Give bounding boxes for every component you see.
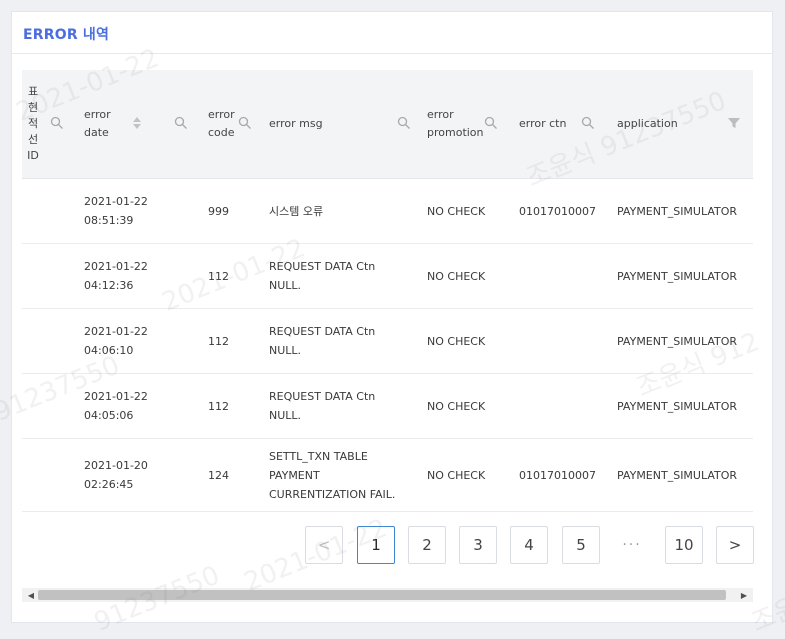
column-header-id: 표 현 적 선 ID: [22, 70, 72, 178]
cell-id: [22, 374, 82, 438]
column-header-error-date: error date: [84, 70, 187, 178]
cell-error-msg: REQUEST DATA Ctn NULL.: [269, 260, 376, 292]
cell-error-msg: SETTL_TXN TABLE PAYMENT CURRENTIZATION FAI…: [269, 449, 396, 501]
cell-error-ctn: [519, 309, 609, 373]
column-header-label: application: [617, 117, 678, 130]
cell-error-date: 2021-01-22 04:05:06: [84, 390, 148, 422]
error-table: 표 현 적 선 ID error date error code error msg error pr…: [22, 70, 753, 512]
cell-application: PAYMENT_SIMULATOR: [617, 468, 738, 482]
column-header-label: error msg: [269, 117, 323, 130]
horizontal-scrollbar[interactable]: ◀ ▶: [22, 588, 753, 602]
cell-error-date: 2021-01-20 02:26:45: [84, 459, 148, 491]
table-body: 2021-01-22 08:51:39 999 시스템 오류 NO CHECK 01017…: [22, 179, 753, 512]
pagination: <1 2 3 4 5 ··· 10 >: [0, 526, 785, 566]
search-icon[interactable]: [50, 116, 64, 130]
column-header-label: error promotion: [427, 108, 484, 139]
cell-id: [22, 179, 82, 243]
cell-error-msg: REQUEST DATA Ctn NULL.: [269, 390, 376, 422]
table-row[interactable]: 2021-01-22 04:06:10 112 REQUEST DATA Ctn NUL…: [22, 309, 753, 374]
column-header-error-ctn: error ctn: [519, 70, 599, 178]
cell-error-code: 112: [208, 334, 229, 348]
search-icon[interactable]: [397, 116, 411, 130]
pagination-ellipsis[interactable]: ···: [613, 526, 651, 564]
page-button-3[interactable]: 3: [459, 526, 497, 564]
scroll-left-arrow-icon[interactable]: ◀: [24, 588, 38, 602]
column-header-error-msg: error msg: [269, 70, 411, 178]
filter-icon[interactable]: [727, 116, 741, 130]
cell-error-ctn: 01017010007: [519, 204, 596, 218]
search-icon[interactable]: [174, 116, 188, 130]
panel-title: ERROR 내역: [23, 27, 110, 43]
cell-error-date: 2021-01-22 04:06:10: [84, 325, 148, 357]
page-button-2[interactable]: 2: [408, 526, 446, 564]
column-header-application: application: [617, 70, 749, 178]
table-row[interactable]: 2021-01-22 04:12:36 112 REQUEST DATA Ctn NUL…: [22, 244, 753, 309]
cell-id: [22, 309, 82, 373]
cell-error-promotion: NO CHECK: [427, 468, 486, 482]
cell-error-code: 999: [208, 204, 229, 218]
search-icon[interactable]: [581, 116, 595, 130]
table-header: 표 현 적 선 ID error date error code error msg error pr…: [22, 70, 753, 179]
table-row[interactable]: 2021-01-22 04:05:06 112 REQUEST DATA Ctn NUL…: [22, 374, 753, 439]
search-icon[interactable]: [484, 116, 498, 130]
cell-error-code: 112: [208, 269, 229, 283]
table-row[interactable]: 2021-01-20 02:26:45 124 SETTL_TXN TABLE PAYM…: [22, 439, 753, 512]
cell-error-code: 124: [208, 468, 229, 482]
column-header-label: 표 현 적 선 ID: [27, 85, 39, 162]
table-row[interactable]: 2021-01-22 08:51:39 999 시스템 오류 NO CHECK 01017…: [22, 179, 753, 244]
cell-error-promotion: NO CHECK: [427, 204, 486, 218]
scroll-right-arrow-icon[interactable]: ▶: [737, 588, 751, 602]
scrollbar-thumb[interactable]: [38, 590, 726, 600]
cell-error-date: 2021-01-22 08:51:39: [84, 195, 148, 227]
page-button-4[interactable]: 4: [510, 526, 548, 564]
cell-error-promotion: NO CHECK: [427, 269, 486, 283]
cell-error-ctn: 01017010007: [519, 468, 596, 482]
cell-error-promotion: NO CHECK: [427, 334, 486, 348]
next-page-button[interactable]: >: [716, 526, 754, 564]
title-divider: [12, 53, 772, 54]
column-header-label: error code: [208, 108, 235, 139]
cell-id: [22, 244, 82, 308]
cell-id: [22, 439, 82, 511]
prev-page-button[interactable]: <: [305, 526, 343, 564]
column-header-label: error date: [84, 108, 111, 139]
cell-error-promotion: NO CHECK: [427, 399, 486, 413]
cell-application: PAYMENT_SIMULATOR: [617, 399, 738, 413]
cell-error-ctn: [519, 374, 609, 438]
cell-error-date: 2021-01-22 04:12:36: [84, 260, 148, 292]
page-button-1[interactable]: 1: [357, 526, 395, 564]
column-header-error-code: error code: [208, 70, 251, 178]
search-icon[interactable]: [238, 116, 252, 130]
column-header-error-promotion: error promotion: [427, 70, 507, 178]
cell-application: PAYMENT_SIMULATOR: [617, 334, 738, 348]
cell-error-ctn: [519, 244, 609, 308]
cell-application: PAYMENT_SIMULATOR: [617, 204, 738, 218]
cell-application: PAYMENT_SIMULATOR: [617, 269, 738, 283]
cell-error-msg: 시스템 오류: [269, 204, 324, 218]
column-header-label: error ctn: [519, 117, 567, 130]
cell-error-msg: REQUEST DATA Ctn NULL.: [269, 325, 376, 357]
page-button-5[interactable]: 5: [562, 526, 600, 564]
page-button-last[interactable]: 10: [665, 526, 703, 564]
cell-error-code: 112: [208, 399, 229, 413]
sort-icon[interactable]: [132, 116, 142, 130]
